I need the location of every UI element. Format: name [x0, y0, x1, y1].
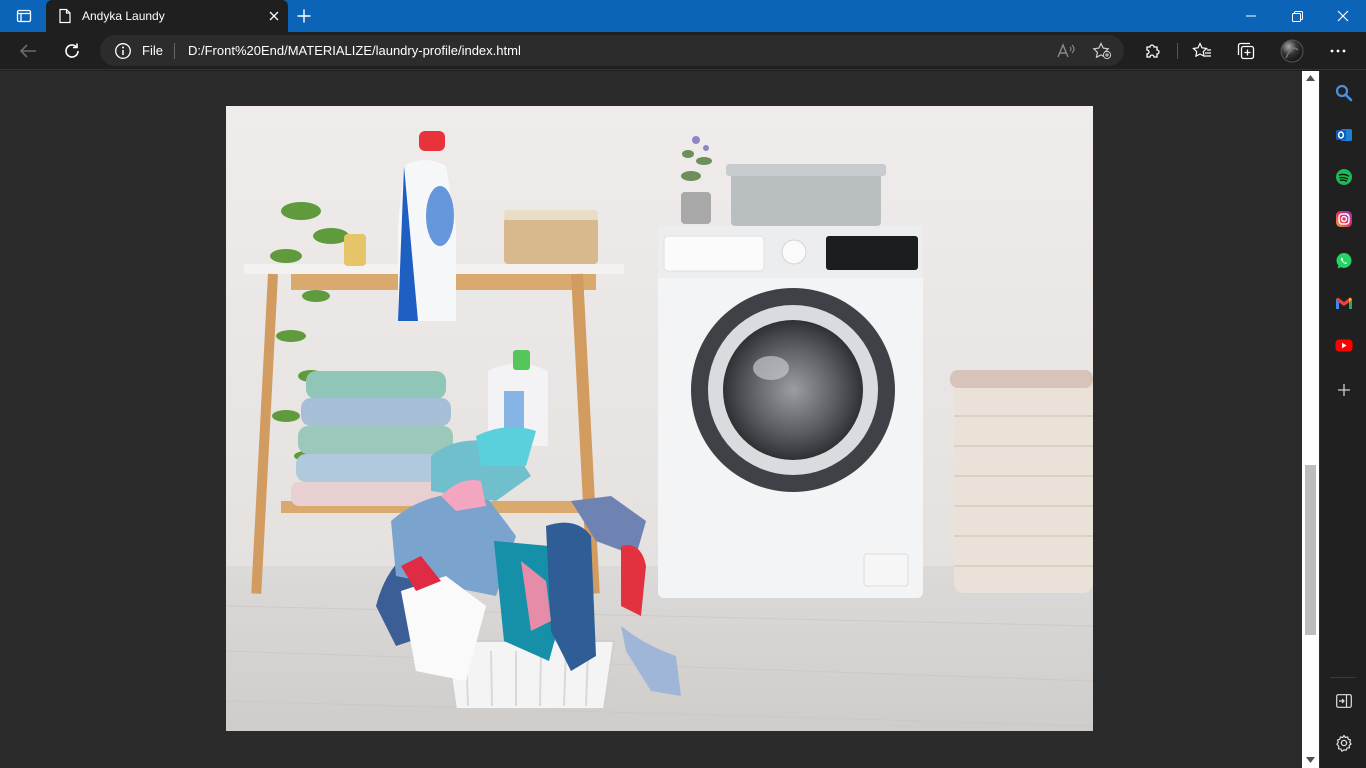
sidebar-whatsapp-button[interactable]	[1331, 248, 1357, 274]
more-icon	[1330, 49, 1346, 53]
add-favorite-button[interactable]	[1088, 37, 1116, 64]
instagram-icon	[1336, 211, 1352, 227]
plus-icon	[297, 9, 311, 23]
back-button[interactable]	[13, 37, 43, 65]
tab-title: Andyka Laundy	[82, 9, 165, 23]
divider	[1177, 43, 1178, 59]
youtube-icon	[1335, 339, 1353, 351]
settings-icon	[1336, 734, 1352, 752]
edge-sidebar	[1319, 71, 1366, 768]
scroll-up-arrow-icon[interactable]	[1306, 75, 1315, 81]
extensions-button[interactable]	[1138, 37, 1168, 65]
gmail-icon	[1336, 297, 1352, 309]
divider	[1330, 677, 1356, 678]
close-icon	[269, 11, 279, 21]
search-icon	[1335, 84, 1353, 102]
favorites-icon	[1192, 42, 1211, 58]
title-bar: Andyka Laundy	[0, 0, 1366, 32]
profile-button[interactable]	[1277, 37, 1307, 65]
page-viewport	[0, 71, 1302, 768]
tab-actions-icon	[16, 9, 32, 23]
refresh-button[interactable]	[57, 37, 87, 65]
laundry-photo	[226, 106, 1093, 731]
read-aloud-icon	[1057, 42, 1075, 57]
read-aloud-button[interactable]	[1052, 37, 1080, 64]
sidebar-hide-button[interactable]	[1331, 688, 1357, 714]
url-text[interactable]: D:/Front%20End/MATERIALIZE/laundry-profi…	[188, 43, 521, 58]
new-tab-button[interactable]	[292, 5, 316, 27]
minimize-icon	[1246, 15, 1256, 17]
outlook-icon	[1336, 129, 1352, 141]
back-arrow-icon	[19, 44, 36, 58]
scroll-down-arrow-icon[interactable]	[1306, 757, 1315, 763]
sidebar-add-button[interactable]	[1331, 377, 1357, 403]
sidebar-outlook-button[interactable]	[1331, 122, 1357, 148]
tab-close-button[interactable]	[266, 8, 282, 24]
site-scheme-label: File	[142, 43, 163, 58]
sidebar-instagram-button[interactable]	[1331, 206, 1357, 232]
sidebar-gmail-button[interactable]	[1331, 290, 1357, 316]
sidebar-search-button[interactable]	[1331, 80, 1357, 106]
sidebar-youtube-button[interactable]	[1331, 332, 1357, 358]
sidebar-spotify-button[interactable]	[1331, 164, 1357, 190]
address-bar[interactable]: File D:/Front%20End/MATERIALIZE/laundry-…	[100, 35, 1124, 66]
hide-sidebar-icon	[1336, 694, 1352, 708]
settings-and-more-button[interactable]	[1323, 37, 1353, 65]
collections-button[interactable]	[1231, 37, 1261, 65]
restore-icon	[1291, 10, 1303, 22]
scrollbar-thumb[interactable]	[1305, 465, 1316, 635]
window-close-button[interactable]	[1320, 0, 1366, 32]
vertical-scrollbar[interactable]	[1302, 71, 1319, 768]
add-icon	[1338, 384, 1350, 396]
avatar	[1280, 39, 1304, 63]
divider	[174, 43, 175, 59]
collections-icon	[1237, 42, 1255, 60]
hero-image	[226, 106, 1093, 731]
tab-actions-button[interactable]	[8, 6, 40, 26]
page-icon	[59, 8, 71, 24]
restore-button[interactable]	[1274, 0, 1320, 32]
whatsapp-icon	[1336, 253, 1352, 269]
sidebar-settings-button[interactable]	[1331, 730, 1357, 756]
spotify-icon	[1336, 169, 1352, 185]
favorites-button[interactable]	[1187, 37, 1217, 65]
info-icon[interactable]	[114, 42, 132, 60]
favorite-add-icon	[1092, 41, 1112, 59]
toolbar: File D:/Front%20End/MATERIALIZE/laundry-…	[0, 32, 1366, 70]
tab-andyka-laundy[interactable]: Andyka Laundy	[46, 0, 288, 32]
refresh-icon	[65, 43, 79, 58]
puzzle-icon	[1146, 44, 1160, 58]
minimize-button[interactable]	[1228, 0, 1274, 32]
close-icon	[1337, 10, 1349, 22]
